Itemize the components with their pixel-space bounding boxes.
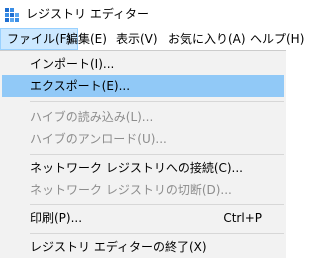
menu-item-label: 印刷(P)... [30,211,83,225]
menu-item-label: ネットワーク レジストリの切断(D)... [30,183,232,197]
menu-item-export[interactable]: エクスポート(E)... [2,75,284,97]
menu-item-unload-hive[interactable]: ハイブのアンロード(U)... [2,128,284,150]
menu-item-print[interactable]: 印刷(P)... Ctrl+P [2,207,284,229]
menu-item-label: ハイブの読み込み(L)... [30,110,154,124]
menu-item-import[interactable]: インポート(I)... [2,53,284,75]
menu-item-label: ハイブのアンロード(U)... [30,132,167,146]
registry-editor-icon [5,8,19,22]
file-menu-dropdown: インポート(I)... エクスポート(E)... ハイブの読み込み(L)... … [0,50,286,258]
menu-bar: ファイル(F) 編集(E) 表示(V) お気に入り(A) ヘルプ(H) [0,28,304,51]
menu-edit[interactable]: 編集(E) [60,28,113,50]
menu-view[interactable]: 表示(V) [110,28,164,50]
menu-item-label: レジストリ エディターの終了(X) [30,240,207,254]
menu-help[interactable]: ヘルプ(H) [244,28,310,50]
menu-item-label: ネットワーク レジストリへの接続(C)... [30,161,244,175]
menu-separator [30,101,284,102]
menu-item-exit[interactable]: レジストリ エディターの終了(X) [2,236,284,258]
menu-item-label: インポート(I)... [30,57,115,71]
menu-separator [30,233,284,234]
menu-item-shortcut: Ctrl+P [223,211,262,225]
window-title: レジストリ エディター [26,7,149,21]
menu-item-load-hive[interactable]: ハイブの読み込み(L)... [2,106,284,128]
menu-separator [30,154,284,155]
menu-item-connect-network-registry[interactable]: ネットワーク レジストリへの接続(C)... [2,157,284,179]
menu-favorites[interactable]: お気に入り(A) [162,28,252,50]
title-bar: レジストリ エディター [0,0,286,28]
menu-item-disconnect-network-registry[interactable]: ネットワーク レジストリの切断(D)... [2,179,284,201]
menu-item-label: エクスポート(E)... [30,79,131,93]
menu-separator [30,204,284,205]
